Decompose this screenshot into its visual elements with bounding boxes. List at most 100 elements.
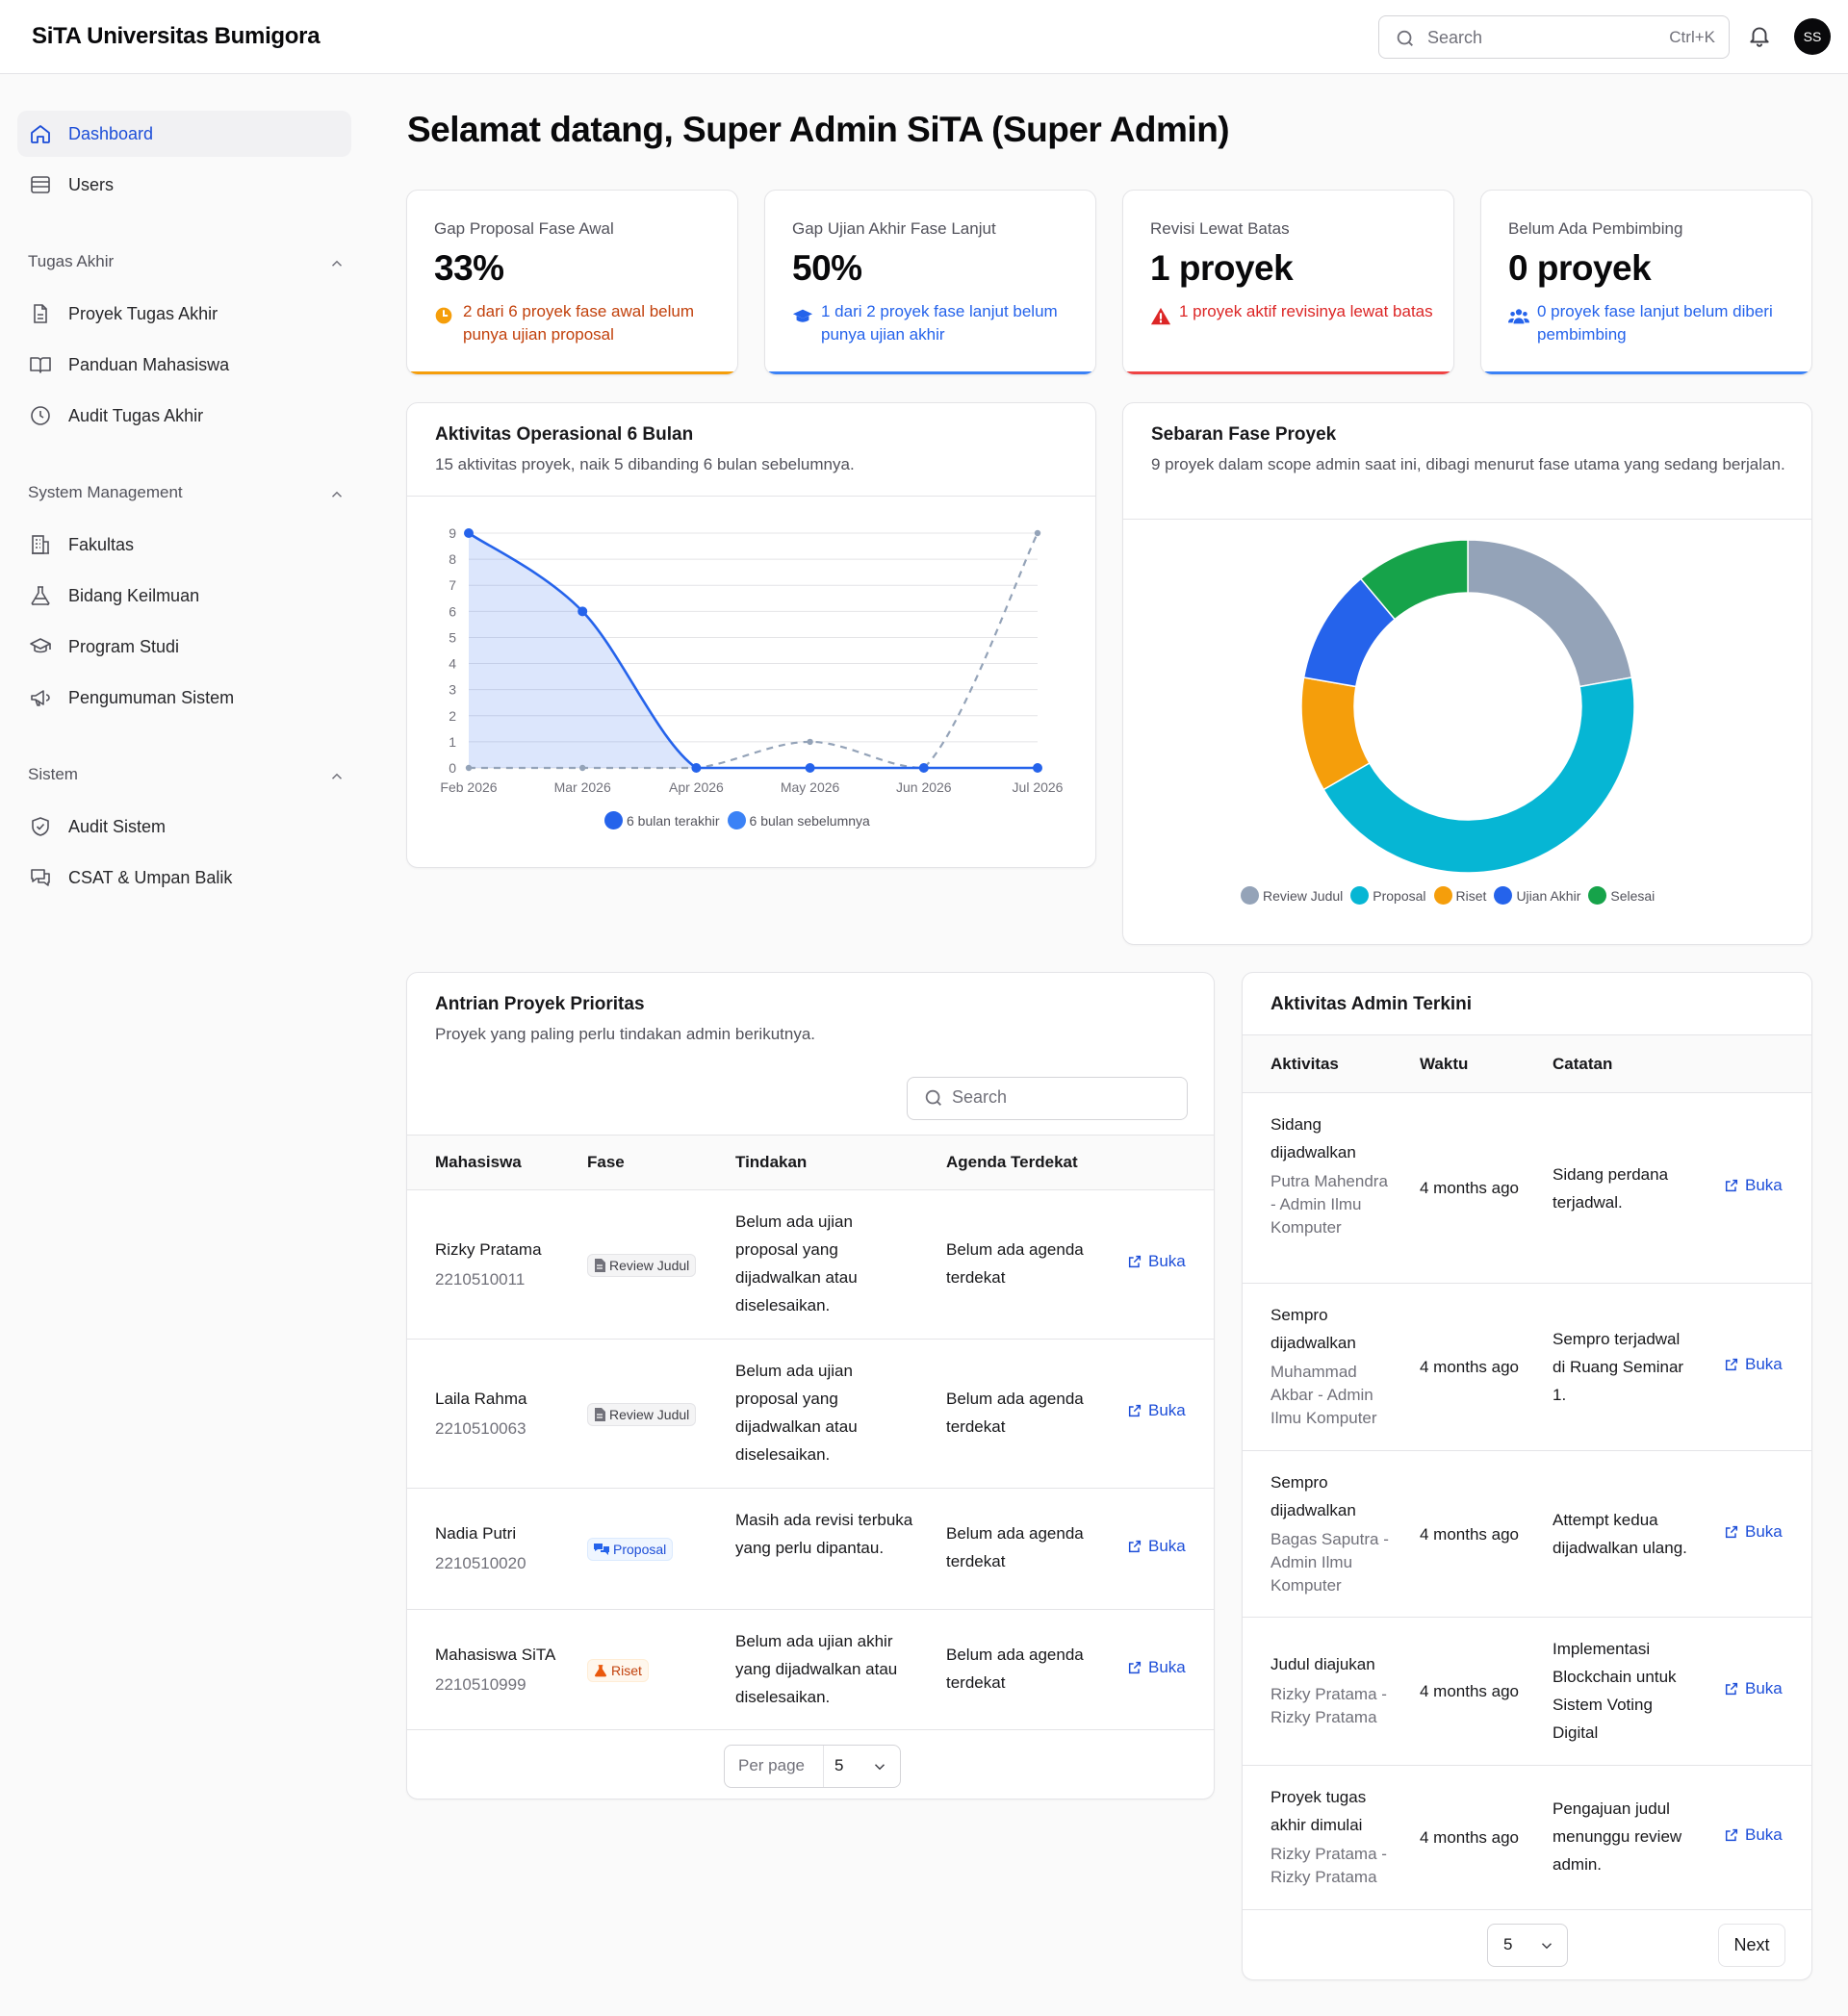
page-title: Selamat datang, Super Admin SiTA (Super … <box>407 110 1230 149</box>
column-header[interactable]: Mahasiswa <box>435 1153 522 1172</box>
legend-item[interactable]: Review Judul <box>1241 886 1343 905</box>
sidebar-item-proyek-tugas-akhir[interactable]: Proyek Tugas Akhir <box>17 291 351 337</box>
data-point <box>691 763 702 773</box>
data-point <box>805 763 815 773</box>
panel-title: Antrian Proyek Prioritas <box>435 994 645 1014</box>
kpi-note: 1 proyek aktif revisinya lewat batas <box>1179 302 1433 320</box>
data-point <box>1033 763 1042 773</box>
activity-actor: Muhammad Akbar - Admin Ilmu Komputer <box>1270 1363 1377 1427</box>
open-link[interactable]: Buka <box>1724 1679 1783 1698</box>
data-point <box>918 763 929 773</box>
per-page-select[interactable]: Per page 5 <box>724 1745 901 1788</box>
sidebar-item-csat-umpan-balik[interactable]: CSAT & Umpan Balik <box>17 855 351 901</box>
activity-name: Judul diajukan <box>1270 1655 1375 1673</box>
student-name: Nadia Putri <box>435 1524 517 1543</box>
next-page-button[interactable]: Next <box>1718 1924 1785 1967</box>
kpi-accent-bar <box>1481 371 1811 374</box>
column-header[interactable]: Tindakan <box>735 1153 807 1172</box>
open-link[interactable]: Buka <box>1127 1401 1186 1420</box>
per-page-value: 5 <box>1503 1935 1513 1953</box>
graduation-cap-icon <box>29 635 52 658</box>
queue-search-input[interactable]: Search <box>907 1077 1188 1120</box>
column-header[interactable]: Waktu <box>1420 1055 1468 1074</box>
megaphone-icon <box>29 686 52 709</box>
student-nim: 2210510999 <box>435 1675 526 1694</box>
flask-icon <box>594 1664 607 1677</box>
legend-label: 6 bulan sebelumnya <box>749 812 870 829</box>
legend-item[interactable]: 6 bulan terakhir <box>604 811 720 829</box>
open-link[interactable]: Buka <box>1724 1825 1783 1845</box>
open-link-label: Buka <box>1148 1537 1186 1555</box>
column-header[interactable]: Catatan <box>1553 1055 1612 1074</box>
open-link[interactable]: Buka <box>1127 1658 1186 1677</box>
open-link[interactable]: Buka <box>1724 1522 1783 1542</box>
legend-item[interactable]: Ujian Akhir <box>1494 886 1580 905</box>
global-search-input[interactable]: Search Ctrl+K <box>1378 15 1730 59</box>
sidebar-item-program-studi[interactable]: Program Studi <box>17 624 351 670</box>
external-link-icon <box>1725 1682 1738 1696</box>
activity-name: Sempro dijadwalkan <box>1270 1306 1356 1352</box>
divider <box>1123 519 1811 520</box>
activity-note: Implementasi Blockchain untuk Sistem Vot… <box>1553 1640 1677 1742</box>
kpi-title: Gap Ujian Akhir Fase Lanjut <box>792 219 996 238</box>
x-tick-label: Jun 2026 <box>896 779 952 795</box>
external-link-icon <box>1725 1525 1738 1539</box>
open-link[interactable]: Buka <box>1127 1537 1186 1556</box>
chat-bubbles-icon <box>594 1543 609 1556</box>
open-link[interactable]: Buka <box>1127 1252 1186 1271</box>
sidebar-item-fakultas[interactable]: Fakultas <box>17 522 351 568</box>
avatar[interactable]: SS <box>1794 18 1831 55</box>
sidebar-item-audit-tugas-akhir[interactable]: Audit Tugas Akhir <box>17 393 351 439</box>
column-header[interactable]: Agenda Terdekat <box>946 1153 1078 1172</box>
users-icon <box>1508 306 1529 327</box>
sidebar-group-sistem[interactable]: Sistem <box>28 765 346 790</box>
table-row: Sempro dijadwalkan Bagas Saputra - Admin… <box>1243 1451 1811 1618</box>
sidebar-item-dashboard[interactable]: Dashboard <box>17 111 351 157</box>
bell-icon[interactable] <box>1747 23 1772 48</box>
sidebar-item-pengumuman-sistem[interactable]: Pengumuman Sistem <box>17 675 351 721</box>
open-link-label: Buka <box>1745 1522 1783 1541</box>
x-tick-label: Feb 2026 <box>440 779 497 795</box>
open-link-label: Buka <box>1148 1658 1186 1676</box>
column-header[interactable]: Fase <box>587 1153 625 1172</box>
phase-badge: Review Judul <box>587 1403 697 1426</box>
phase-label: Review Judul <box>609 1407 690 1422</box>
activity-time: 4 months ago <box>1420 1358 1520 1376</box>
sidebar-group-tugas-akhir[interactable]: Tugas Akhir <box>28 252 346 277</box>
sidebar-item-users[interactable]: Users <box>17 162 351 208</box>
kpi-accent-bar <box>765 371 1095 374</box>
open-link[interactable]: Buka <box>1724 1176 1783 1195</box>
sidebar-group-system-management[interactable]: System Management <box>28 483 346 508</box>
legend-swatch <box>1433 886 1452 905</box>
sidebar-item-panduan-mahasiswa[interactable]: Panduan Mahasiswa <box>17 342 351 388</box>
activity-actor: Rizky Pratama - Rizky Pratama <box>1270 1845 1387 1886</box>
table-row: Proyek tugas akhir dimulai Rizky Pratama… <box>1243 1766 1811 1910</box>
legend-swatch <box>1241 886 1259 905</box>
chevron-down-icon <box>871 1758 888 1775</box>
legend-item[interactable]: Selesai <box>1588 886 1655 905</box>
y-tick-label: 2 <box>449 708 456 724</box>
search-icon <box>1395 28 1416 49</box>
activity-note: Sempro terjadwal di Ruang Seminar 1. <box>1553 1330 1684 1404</box>
legend-item[interactable]: Riset <box>1433 886 1487 905</box>
y-tick-label: 0 <box>449 760 456 776</box>
legend-item[interactable]: 6 bulan sebelumnya <box>727 811 870 829</box>
legend-label: 6 bulan terakhir <box>627 812 720 829</box>
column-header[interactable]: Aktivitas <box>1270 1055 1339 1074</box>
sidebar-item-audit-sistem[interactable]: Audit Sistem <box>17 804 351 850</box>
chevron-up-icon <box>328 255 346 272</box>
search-placeholder: Search <box>952 1087 1008 1107</box>
series-area-6 bulan terakhir <box>469 533 1038 768</box>
per-page-select[interactable]: 5 <box>1487 1924 1568 1967</box>
legend-item[interactable]: Proposal <box>1350 886 1426 905</box>
x-tick-label: May 2026 <box>781 779 840 795</box>
app-brand[interactable]: SiTA Universitas Bumigora <box>32 23 321 50</box>
legend-label: Riset <box>1455 887 1487 904</box>
legend-label: Selesai <box>1610 887 1656 904</box>
sidebar-item-bidang-keilmuan[interactable]: Bidang Keilmuan <box>17 573 351 619</box>
open-link[interactable]: Buka <box>1724 1355 1783 1374</box>
sidebar-item-label: Program Studi <box>68 637 180 656</box>
clock-icon <box>434 306 453 325</box>
y-tick-label: 3 <box>449 682 456 698</box>
sidebar-group-label: Tugas Akhir <box>28 252 115 270</box>
